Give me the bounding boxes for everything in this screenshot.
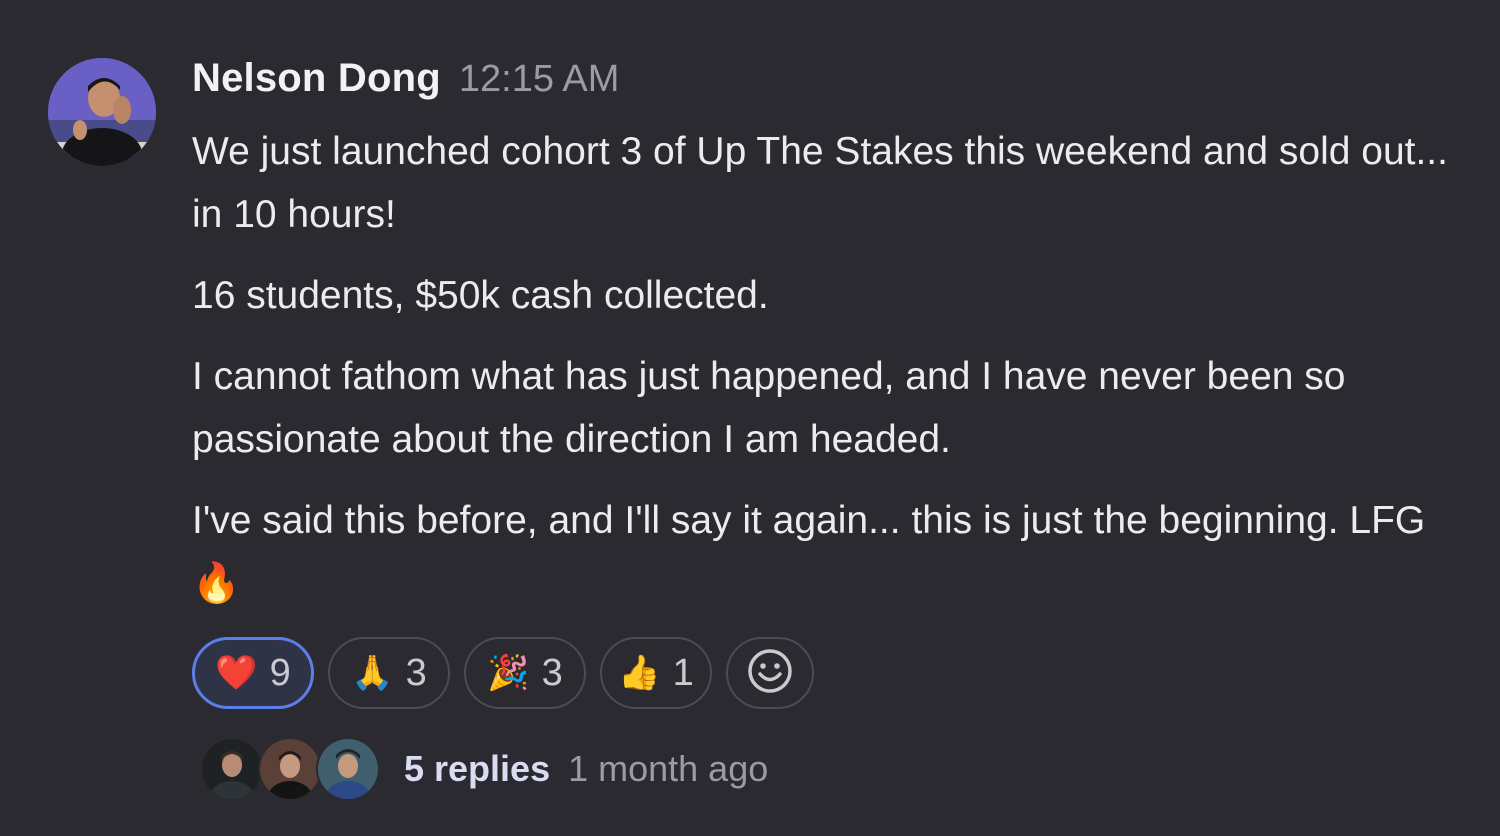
add-reaction-button[interactable]: [726, 637, 814, 709]
message: Nelson Dong 12:15 AM We just launched co…: [48, 56, 1468, 816]
reaction-heart[interactable]: ❤️ 9: [192, 637, 314, 709]
message-body: We just launched cohort 3 of Up The Stak…: [192, 120, 1452, 615]
party-popper-icon: 🎉: [487, 653, 530, 693]
thread-summary[interactable]: 5 replies 1 month ago: [200, 737, 1452, 801]
reaction-count: 9: [269, 651, 291, 694]
message-paragraph: 16 students, $50k cash collected.: [192, 274, 769, 317]
avatar: [258, 737, 322, 801]
author-avatar[interactable]: [48, 58, 156, 166]
replies-link[interactable]: 5 replies: [404, 748, 550, 790]
reaction-folded-hands[interactable]: 🙏 3: [328, 637, 450, 709]
thumbs-up-icon: 👍: [618, 653, 661, 693]
message-paragraph: I've said this before, and I'll say it a…: [192, 499, 1426, 605]
reactions-bar: ❤️ 9 🙏 3 🎉 3 👍 1: [192, 637, 1452, 713]
reaction-count: 1: [672, 651, 694, 694]
avatar: [200, 737, 264, 801]
reaction-party-popper[interactable]: 🎉 3: [464, 637, 586, 709]
heart-icon: ❤️: [215, 653, 258, 693]
message-header: Nelson Dong 12:15 AM: [192, 56, 1452, 102]
folded-hands-icon: 🙏: [351, 653, 394, 693]
replier-avatars: [200, 737, 380, 801]
message-content: Nelson Dong 12:15 AM We just launched co…: [192, 56, 1452, 801]
message-timestamp[interactable]: 12:15 AM: [459, 58, 620, 101]
last-reply-time: 1 month ago: [568, 748, 769, 789]
smiley-face-icon: [746, 647, 794, 700]
message-paragraph: We just launched cohort 3 of Up The Stak…: [192, 130, 1448, 236]
author-name[interactable]: Nelson Dong: [192, 56, 441, 101]
reaction-count: 3: [405, 651, 427, 694]
message-paragraph: I cannot fathom what has just happened, …: [192, 355, 1346, 461]
reaction-count: 3: [541, 651, 563, 694]
avatar: [316, 737, 380, 801]
reaction-thumbs-up[interactable]: 👍 1: [600, 637, 712, 709]
